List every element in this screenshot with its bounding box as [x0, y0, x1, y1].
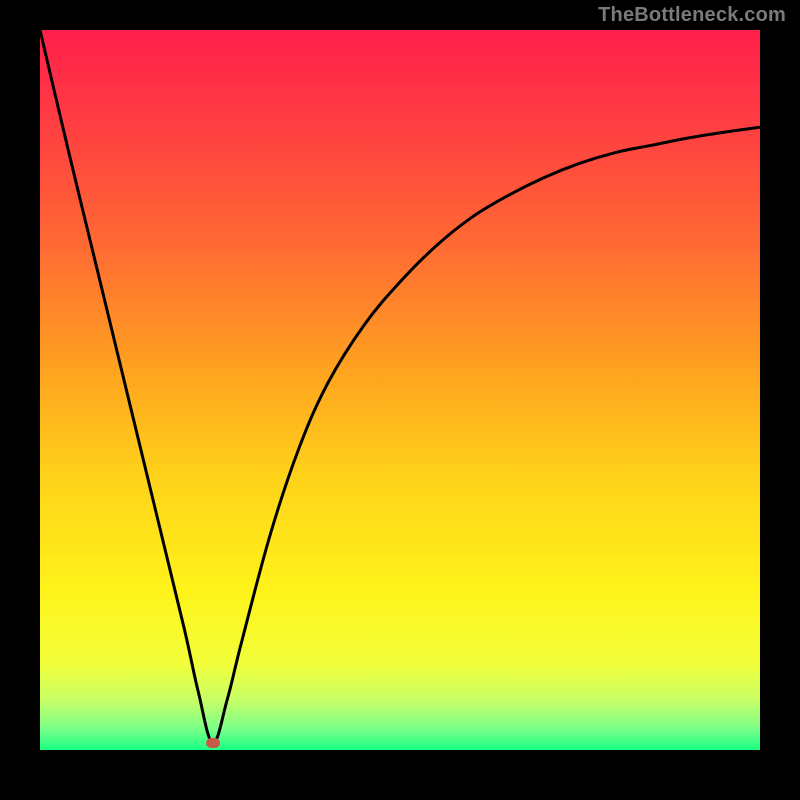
- chart-container: TheBottleneck.com: [0, 0, 800, 800]
- bottleneck-curve: [40, 30, 760, 750]
- optimum-marker: [206, 738, 220, 748]
- plot-area: [40, 30, 760, 750]
- attribution-label: TheBottleneck.com: [598, 4, 786, 27]
